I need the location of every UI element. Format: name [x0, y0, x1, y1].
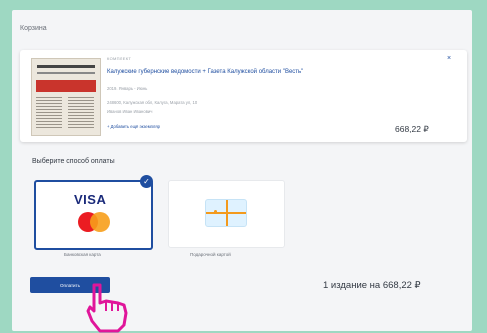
- mastercard-logo: [78, 212, 112, 232]
- item-kind: КОМПЛЕКТ: [107, 56, 132, 61]
- visa-logo: VISA: [74, 192, 107, 207]
- add-copy-link[interactable]: + Добавить ещё экземпляр: [107, 124, 160, 129]
- item-title[interactable]: Калужские губернские ведомости + Газета …: [107, 69, 303, 75]
- hand-cursor-icon: [86, 283, 128, 333]
- item-address: 248600, Калужская обл, Калуга, Марата ул…: [107, 100, 198, 105]
- payment-option-label: Подарочной картой: [190, 252, 231, 257]
- item-price: 668,22 ₽: [395, 124, 429, 134]
- gift-card-icon: [205, 199, 247, 227]
- order-summary: 1 издание на 668,22 ₽: [323, 280, 421, 291]
- check-icon: ✓: [140, 175, 153, 188]
- cart-heading: Корзина: [20, 25, 47, 32]
- newspaper-thumbnail: [31, 58, 101, 136]
- item-recipient: Иванов Иван Иванович: [107, 109, 153, 114]
- payment-option-label: Банковская карта: [64, 252, 101, 257]
- item-date: 2019. Январь - Июнь: [107, 86, 148, 91]
- close-icon[interactable]: ×: [447, 55, 451, 62]
- payment-heading: Выберите способ оплаты: [32, 158, 115, 165]
